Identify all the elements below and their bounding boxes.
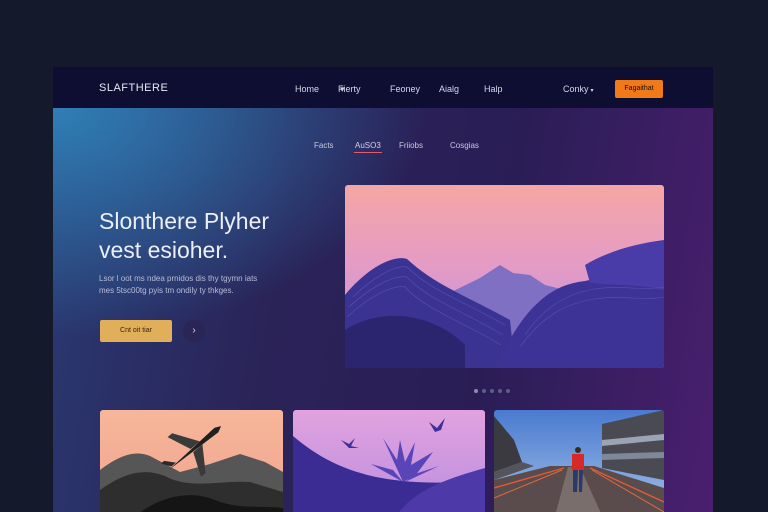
site-logo[interactable]: SLAFTHERE	[99, 82, 168, 94]
country-label: Conky	[563, 84, 589, 94]
carousel-dot[interactable]	[506, 389, 510, 393]
nav-home[interactable]: Home	[295, 84, 319, 94]
hero-subnav: Facts AuSO3 Friiobs Cosgias	[53, 141, 713, 155]
hero-cta-button[interactable]: Cnt oit tiar	[100, 320, 172, 342]
chevron-down-icon: ▾	[590, 88, 594, 94]
hero-section: Facts AuSO3 Friiobs Cosgias Slonthere Pl…	[53, 108, 713, 512]
top-navbar: SLAFTHERE Home Fierty ▾ Feoney Aialg Halp…	[53, 67, 713, 108]
carousel-dot[interactable]	[498, 389, 502, 393]
header-cta-button[interactable]: Fagaithat	[615, 80, 663, 98]
chevron-down-icon: ▾	[340, 84, 345, 94]
site-frame: SLAFTHERE Home Fierty ▾ Feoney Aialg Halp…	[53, 67, 713, 512]
hero-headline-line2: vest esioher.	[99, 237, 229, 263]
subnav-item-friiobs[interactable]: Friiobs	[399, 141, 423, 150]
subnav-item-auso3[interactable]: AuSO3	[355, 141, 381, 150]
hero-image-mountains	[345, 185, 664, 368]
hero-headline: Slonthere Plyher vest esioher.	[99, 207, 339, 265]
card-city-street[interactable]	[494, 410, 664, 512]
chevron-right-icon[interactable]: ›	[183, 320, 205, 342]
carousel-dot[interactable]	[490, 389, 494, 393]
carousel-dot[interactable]	[474, 389, 478, 393]
card-plant-birds[interactable]	[293, 410, 485, 512]
nav-halp[interactable]: Halp	[484, 84, 503, 94]
hero-description-line2: mes 5tsc00tg pyis tm ondily ty thkges.	[99, 286, 234, 295]
hero-description: Lsor l oot ms ndea prnidos dis thy tgymn…	[99, 273, 309, 297]
nav-feoney[interactable]: Feoney	[390, 84, 420, 94]
subnav-item-facts[interactable]: Facts	[314, 141, 334, 150]
hero-description-line1: Lsor l oot ms ndea prnidos dis thy tgymn…	[99, 274, 258, 283]
hero-headline-line1: Slonthere Plyher	[99, 208, 270, 234]
carousel-dot[interactable]	[482, 389, 486, 393]
subnav-item-cosgias[interactable]: Cosgias	[450, 141, 479, 150]
country-selector[interactable]: Conky ▾	[563, 84, 594, 94]
nav-aialg[interactable]: Aialg	[439, 84, 459, 94]
card-airplane-mountains[interactable]	[100, 410, 283, 512]
subnav-active-indicator	[354, 152, 382, 153]
